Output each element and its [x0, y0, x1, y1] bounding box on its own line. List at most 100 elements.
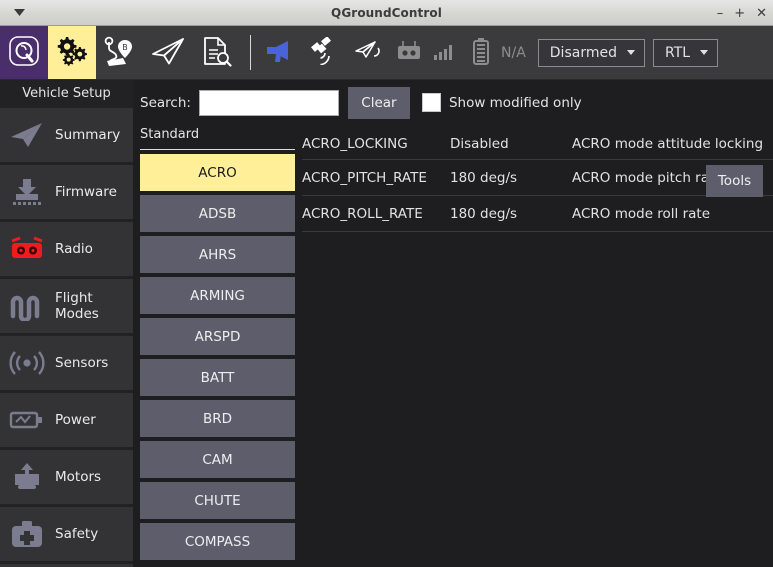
group-item-label: AHRS — [199, 247, 236, 263]
sidebar-item-radio[interactable]: Radio — [0, 222, 133, 276]
flight-modes-wave-icon — [6, 287, 48, 325]
group-item-label: BRD — [203, 411, 232, 427]
group-item-arming[interactable]: ARMING — [140, 277, 295, 314]
sidebar-item-label: Radio — [55, 241, 93, 257]
toolbar-separator — [250, 35, 251, 70]
battery-value: N/A — [501, 45, 526, 61]
messages-indicator[interactable] — [259, 38, 303, 68]
motor-icon — [6, 458, 48, 496]
telemetry-indicator[interactable] — [347, 38, 391, 68]
signal-indicator[interactable] — [427, 41, 463, 65]
chevron-down-icon — [627, 50, 635, 55]
group-item-compass[interactable]: COMPASS — [140, 523, 295, 560]
sidebar-item-label: Flight Modes — [55, 290, 133, 322]
param-description: ACRO mode roll rate — [572, 206, 773, 222]
param-value: Disabled — [450, 136, 572, 152]
sensors-signal-icon — [6, 344, 48, 382]
table-row[interactable]: ACRO_PITCH_RATE 180 deg/s ACRO mode pitc… — [302, 160, 773, 196]
safety-kit-icon — [6, 515, 48, 553]
rc-indicator[interactable] — [391, 40, 427, 66]
group-item-cam[interactable]: CAM — [140, 441, 295, 478]
sidebar-item-sensors[interactable]: Sensors — [0, 336, 133, 390]
param-name: ACRO_LOCKING — [302, 136, 450, 152]
close-button[interactable]: ✕ — [756, 7, 767, 20]
param-name: ACRO_PITCH_RATE — [302, 170, 450, 186]
group-item-ahrs[interactable]: AHRS — [140, 236, 295, 273]
group-item-label: ACRO — [198, 165, 236, 181]
vehicle-setup-button[interactable] — [48, 26, 96, 79]
app-body: Vehicle Setup Summary — [0, 80, 773, 567]
window-title-bar: QGroundControl – + ✕ — [0, 0, 773, 26]
param-description: ACRO mode attitude locking — [572, 136, 773, 152]
sidebar-item-label: Firmware — [55, 184, 117, 200]
sidebar-title: Vehicle Setup — [0, 80, 133, 108]
plan-button[interactable]: B — [96, 26, 144, 79]
sidebar-item-label: Safety — [55, 526, 98, 542]
group-item-acro[interactable]: ACRO — [140, 154, 295, 191]
table-row[interactable]: ACRO_LOCKING Disabled ACRO mode attitude… — [302, 128, 773, 160]
group-item-brd[interactable]: BRD — [140, 400, 295, 437]
gps-indicator[interactable] — [303, 37, 347, 69]
radio-controller-icon — [6, 230, 48, 268]
clear-button[interactable]: Clear — [348, 87, 410, 119]
group-item-label: ARMING — [190, 288, 245, 304]
group-item-label: CAM — [202, 452, 232, 468]
flight-mode-dropdown[interactable]: RTL — [653, 39, 718, 67]
maximize-button[interactable]: + — [734, 7, 745, 20]
parameter-editor-panel: Search: Clear Show modified only Tools S… — [133, 80, 773, 567]
param-value: 180 deg/s — [450, 206, 572, 222]
sidebar-item-firmware[interactable]: Firmware — [0, 165, 133, 219]
sidebar-item-power[interactable]: Power — [0, 393, 133, 447]
group-item-label: ADSB — [199, 206, 236, 222]
camera-icon — [6, 560, 48, 567]
arm-state-label: Disarmed — [550, 45, 617, 61]
parameter-table: ACRO_LOCKING Disabled ACRO mode attitude… — [295, 125, 773, 567]
group-item-adsb[interactable]: ADSB — [140, 195, 295, 232]
chevron-down-icon — [700, 50, 708, 55]
search-label: Search: — [140, 95, 191, 111]
tools-button[interactable]: Tools — [706, 165, 763, 197]
rc-transmitter-icon — [395, 40, 423, 66]
gears-icon — [55, 35, 89, 71]
satellite-icon — [310, 37, 340, 69]
search-input[interactable] — [199, 90, 339, 116]
group-item-batt[interactable]: BATT — [140, 359, 295, 396]
group-item-chute[interactable]: CHUTE — [140, 482, 295, 519]
fly-button[interactable] — [144, 26, 192, 79]
group-item-label: COMPASS — [185, 534, 250, 550]
firmware-download-icon — [6, 173, 48, 211]
group-item-label: BATT — [201, 370, 235, 386]
group-item-arspd[interactable]: ARSPD — [140, 318, 295, 355]
qgc-logo-button[interactable] — [0, 26, 48, 79]
sidebar-item-safety[interactable]: Safety — [0, 507, 133, 561]
sidebar-item-flight-modes[interactable]: Flight Modes — [0, 279, 133, 333]
battery-indicator[interactable] — [463, 37, 499, 69]
sidebar-item-motors[interactable]: Motors — [0, 450, 133, 504]
checkbox-box[interactable] — [422, 93, 441, 112]
arm-state-dropdown[interactable]: Disarmed — [538, 39, 645, 67]
window-controls: – + ✕ — [717, 0, 767, 26]
show-modified-only-label: Show modified only — [449, 95, 582, 111]
sidebar-item-label: Sensors — [55, 355, 108, 371]
battery-power-icon — [6, 401, 48, 439]
table-row[interactable]: ACRO_ROLL_RATE 180 deg/s ACRO mode roll … — [302, 196, 773, 232]
status-indicator-group: N/A Disarmed RTL — [257, 26, 726, 79]
minimize-button[interactable]: – — [717, 7, 724, 20]
main-toolbar: B — [0, 26, 773, 80]
show-modified-only-checkbox[interactable]: Show modified only — [422, 93, 582, 112]
route-waypoint-icon: B — [103, 35, 137, 71]
parameter-content: Standard ACRO ADSB AHRS ARMING ARSPD BAT — [133, 125, 773, 567]
document-search-icon — [200, 35, 232, 71]
param-value: 180 deg/s — [450, 170, 572, 186]
battery-icon — [471, 37, 491, 69]
analyze-button[interactable] — [192, 26, 240, 79]
paper-plane-icon — [150, 36, 186, 70]
search-row: Search: Clear Show modified only — [133, 80, 773, 125]
sidebar-item-summary[interactable]: Summary — [0, 108, 133, 162]
param-name: ACRO_ROLL_RATE — [302, 206, 450, 222]
flight-mode-label: RTL — [665, 45, 690, 61]
qgc-logo-icon — [8, 35, 40, 71]
parameter-group-list: Standard ACRO ADSB AHRS ARMING ARSPD BAT — [140, 125, 295, 567]
sidebar-item-label: Motors — [55, 469, 101, 485]
megaphone-icon — [266, 38, 296, 68]
